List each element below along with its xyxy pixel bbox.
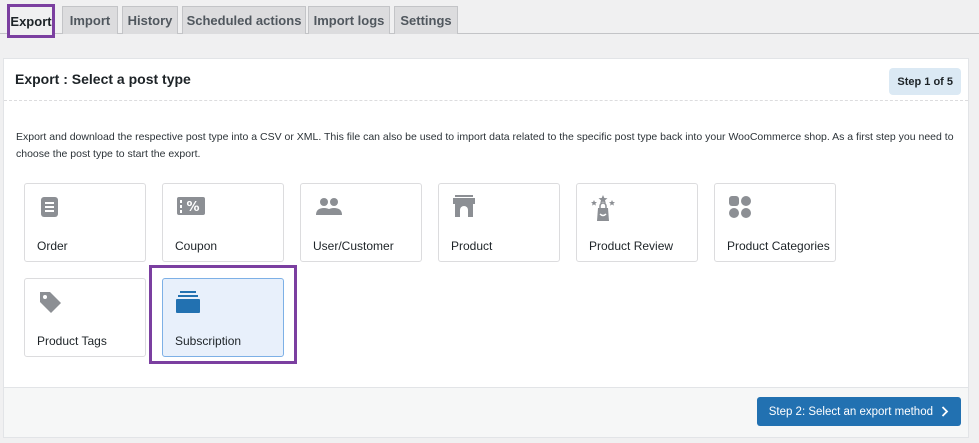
post-type-label: Subscription [175,334,242,348]
panel-header: Export : Select a post type Step 1 of 5 [4,59,968,101]
export-description: Export and download the respective post … [16,131,954,160]
order-icon [41,197,58,217]
next-step-label: Step 2: Select an export method [768,405,933,418]
post-type-product-review[interactable]: Product Review [576,183,698,262]
post-type-label: Product Categories [727,239,830,253]
post-type-order[interactable]: Order [24,183,146,262]
post-type-label: Product [451,239,493,253]
post-type-subscription[interactable]: Subscription [162,278,284,357]
post-type-coupon[interactable]: % Coupon [162,183,284,262]
categories-icon [729,196,751,218]
tab-export[interactable]: Export [9,6,53,35]
post-type-label: User/Customer [313,239,394,253]
users-icon [316,198,342,215]
tab-import[interactable]: Import [62,6,118,34]
product-icon [453,195,475,217]
svg-text:%: % [186,200,199,215]
tab-history[interactable]: History [122,6,178,34]
post-type-product[interactable]: Product [438,183,560,262]
post-type-label: Product Tags [37,334,107,348]
post-type-product-tags[interactable]: Product Tags [24,278,146,357]
post-type-label: Coupon [175,239,218,253]
step-badge: Step 1 of 5 [889,68,961,95]
tab-bar: Export Import History Scheduled actions … [0,0,979,35]
coupon-icon: % [177,197,205,215]
next-step-button[interactable]: Step 2: Select an export method [756,397,961,426]
tag-icon [40,292,61,313]
tab-settings[interactable]: Settings [394,6,458,34]
tab-import-logs[interactable]: Import logs [308,6,390,34]
chevron-right-icon [941,406,949,417]
tab-scheduled-actions[interactable]: Scheduled actions [182,6,306,34]
post-type-label: Product Review [589,239,674,253]
subscription-icon [176,291,200,313]
post-type-label: Order [37,239,68,253]
product-review-icon [591,195,615,221]
export-panel: Export : Select a post type Step 1 of 5 … [3,58,969,438]
panel-footer: Step 2: Select an export method [4,387,968,437]
page-title: Export : Select a post type [15,71,191,87]
post-type-product-categories[interactable]: Product Categories [714,183,836,262]
post-type-user-customer[interactable]: User/Customer [300,183,422,262]
